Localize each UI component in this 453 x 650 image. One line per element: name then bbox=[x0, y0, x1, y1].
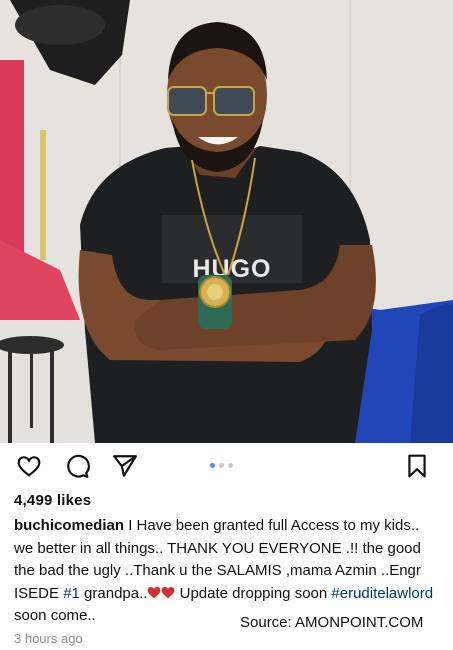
hashtag-link[interactable]: #1 bbox=[63, 585, 80, 602]
heart-emoji-icon bbox=[147, 584, 161, 598]
likes-count[interactable]: 4,499 likes bbox=[14, 492, 91, 509]
heart-icon[interactable] bbox=[16, 453, 42, 479]
carousel-dot bbox=[228, 463, 233, 468]
caption-text: soon come.. bbox=[14, 607, 96, 624]
post-photo[interactable]: HUGO bbox=[0, 0, 453, 443]
source-watermark: Source: AMONPOINT.COM bbox=[238, 614, 426, 631]
carousel-dot bbox=[219, 463, 224, 468]
caption-username[interactable]: buchicomedian bbox=[14, 517, 124, 534]
heart-emoji-icon bbox=[161, 584, 175, 598]
caption-text: Update dropping soon bbox=[175, 584, 332, 602]
caption-text: grandpa.. bbox=[79, 584, 148, 602]
post-image: HUGO bbox=[0, 0, 453, 443]
comment-icon[interactable] bbox=[64, 453, 90, 479]
hashtag-link[interactable]: #eruditelawlord bbox=[331, 585, 433, 602]
send-icon[interactable] bbox=[112, 453, 138, 479]
bookmark-icon[interactable] bbox=[404, 453, 430, 479]
carousel-dot-active bbox=[210, 463, 215, 468]
carousel-indicator bbox=[210, 463, 233, 468]
post-caption: buchicomedian I Have been granted full A… bbox=[14, 515, 442, 628]
post-timestamp: 3 hours ago bbox=[14, 631, 83, 646]
post-action-bar bbox=[0, 443, 453, 489]
